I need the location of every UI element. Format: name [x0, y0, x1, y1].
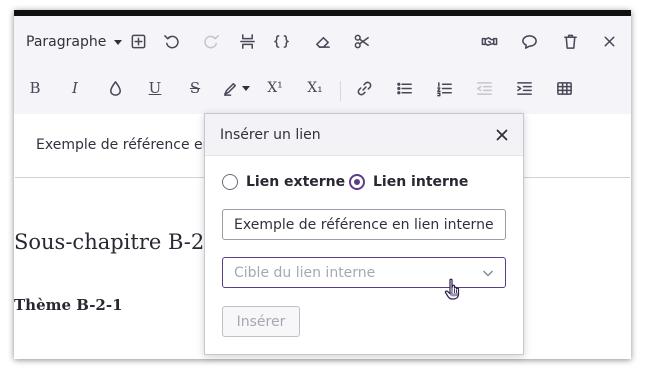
- eraser-icon[interactable]: [311, 30, 333, 52]
- handshake-icon[interactable]: [478, 30, 500, 52]
- chevron-down-icon: [242, 85, 250, 91]
- toolbar-divider: [340, 81, 341, 101]
- insert-link-dialog: Insérer un lien Lien externe Lien intern…: [204, 113, 524, 355]
- comment-icon[interactable]: [518, 30, 540, 52]
- superscript-label: X¹: [267, 80, 283, 96]
- close-icon[interactable]: [598, 30, 620, 52]
- italic-icon[interactable]: I: [64, 77, 86, 99]
- paragraph-style-select[interactable]: Paragraphe: [26, 31, 123, 53]
- insert-block-icon[interactable]: [127, 30, 149, 52]
- indent-icon[interactable]: [513, 77, 535, 99]
- hand-pointer-icon: [444, 278, 462, 300]
- toolbar-row-1: Paragraphe: [14, 22, 631, 62]
- editor-toolbar: Paragraphe B I U S X¹ X₁: [14, 16, 631, 114]
- toolbar-row-2: B I U S X¹ X₁: [14, 69, 631, 109]
- link-text-value: Exemple de référence en lien interne: [234, 217, 494, 233]
- scissors-icon[interactable]: [350, 30, 372, 52]
- chevron-down-icon: [114, 39, 123, 45]
- page-break-icon[interactable]: [236, 30, 258, 52]
- outdent-icon[interactable]: [473, 77, 495, 99]
- strikethrough-label: S: [189, 78, 201, 97]
- heading-subchapter[interactable]: Sous-chapitre B-2: [14, 230, 204, 254]
- superscript-icon[interactable]: X¹: [264, 77, 286, 99]
- close-icon[interactable]: [493, 126, 511, 144]
- bold-icon[interactable]: B: [24, 77, 46, 99]
- highlighter-icon[interactable]: [220, 77, 252, 99]
- link-icon[interactable]: [353, 77, 375, 99]
- link-text-input[interactable]: Exemple de référence en lien interne: [222, 209, 506, 240]
- italic-label: I: [72, 78, 78, 97]
- strikethrough-icon[interactable]: S: [184, 77, 206, 99]
- chevron-down-icon: [482, 267, 494, 279]
- table-icon[interactable]: [553, 77, 575, 99]
- numbered-list-icon[interactable]: [433, 77, 455, 99]
- radio-external-link[interactable]: Lien externe: [222, 174, 345, 190]
- redo-icon[interactable]: [200, 30, 222, 52]
- heading-theme[interactable]: Thème B-2-1: [14, 296, 123, 314]
- internal-target-select[interactable]: Cible du lien interne: [222, 257, 506, 288]
- radio-external-label: Lien externe: [246, 174, 346, 190]
- undo-icon[interactable]: [160, 30, 182, 52]
- dialog-title: Insérer un lien: [220, 127, 321, 143]
- paragraph-style-label: Paragraphe: [26, 34, 107, 50]
- radio-internal-label: Lien interne: [373, 174, 469, 190]
- underline-label: U: [148, 78, 162, 97]
- insert-button[interactable]: Insérer: [222, 306, 300, 337]
- trash-icon[interactable]: [559, 30, 581, 52]
- dialog-header: Insérer un lien: [205, 114, 523, 156]
- bold-label: B: [29, 78, 41, 97]
- radio-internal-link[interactable]: Lien interne: [349, 174, 468, 190]
- internal-target-placeholder: Cible du lien interne: [234, 265, 376, 281]
- ink-drop-icon[interactable]: [104, 77, 126, 99]
- underline-icon[interactable]: U: [144, 77, 166, 99]
- code-braces-icon[interactable]: [270, 30, 292, 52]
- subscript-icon[interactable]: X₁: [304, 77, 326, 99]
- subscript-label: X₁: [307, 80, 323, 96]
- insert-button-label: Insérer: [236, 313, 286, 330]
- radio-button[interactable]: [222, 174, 238, 190]
- bulleted-list-icon[interactable]: [393, 77, 415, 99]
- radio-button-checked[interactable]: [349, 174, 365, 190]
